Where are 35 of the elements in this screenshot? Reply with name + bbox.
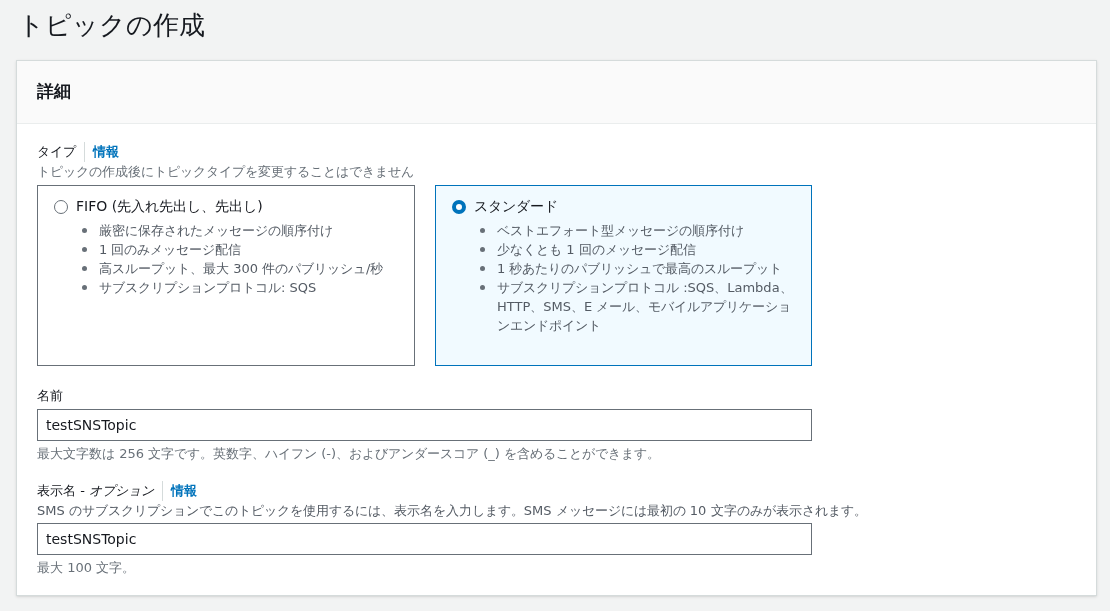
page-title: トピックの作成 (17, 9, 206, 42)
field-hint: 最大 100 文字。 (37, 559, 137, 577)
option-label: スタンダード (474, 197, 558, 216)
bullet-icon (82, 285, 87, 290)
radio-button[interactable] (452, 199, 466, 214)
feature-text: 少なくとも 1 回のメッセージ配信 (497, 241, 696, 259)
field-label: 表示名 - オプション (37, 482, 154, 500)
feature-text: ベストエフォート型メッセージの順序付け (497, 222, 744, 240)
bullet-icon (480, 228, 485, 233)
panel-title: 詳細 (37, 80, 71, 104)
field-label: 名前 (37, 387, 63, 405)
bullet-icon (82, 228, 87, 233)
feature-text: 厳密に保存されたメッセージの順序付け (99, 222, 333, 240)
option-label: FIFO (先入れ先出し、先出し) (76, 197, 263, 216)
field-description: SMS のサブスクリプションでこのトピックを使用するには、表示名を入力します。SMS メッセージには最初の 10 文字のみが表示されます。 (37, 501, 868, 520)
bullet-icon (82, 266, 87, 271)
feature-text: サブスクリプションプロトコル: SQS (99, 279, 317, 297)
text-field[interactable]: testSNSTopic (37, 408, 812, 441)
radio-card[interactable]: スタンダード ベストエフォート型メッセージの順序付け 少なくとも 1 回のメッセージ配信 1 秒あたりのパブリッシュで最高のスループット サブスクリプションプロトコル :SQS、Lambda、HTTP、SMS、E メール、モバイルアプリケーションエンドポイント (435, 185, 812, 366)
bullet-icon (480, 247, 485, 252)
field-hint: 最大文字数は 256 文字です。英数字、ハイフン (-)、およびアンダースコア (_) を含めることができます。 (37, 444, 661, 463)
bullet-icon (480, 285, 485, 290)
feature-text: 高スループット、最大 300 件のパブリッシュ/秒 (99, 260, 384, 278)
info-link[interactable]: 情報 (161, 481, 197, 501)
radio-card[interactable]: FIFO (先入れ先出し、先出し) 厳密に保存されたメッセージの順序付け 1 回のみメッセージ配信 高スループット、最大 300 件のパブリッシュ/秒 サブスクリプションプロトコル: SQS (37, 185, 415, 366)
radio-button[interactable] (54, 199, 68, 214)
field-description: トピックの作成後にトピックタイプを変更することはできません (37, 162, 415, 181)
bullet-icon (82, 247, 87, 252)
bullet-icon (480, 266, 485, 271)
field-label: タイプ (37, 143, 76, 161)
info-link[interactable]: 情報 (84, 142, 119, 162)
text-field[interactable]: testSNSTopic (37, 523, 812, 555)
feature-text: サブスクリプションプロトコル :SQS、Lambda、HTTP、SMS、E メール、モバイルアプリケーションエンドポイント (497, 279, 794, 335)
feature-text: 1 秒あたりのパブリッシュで最高のスループット (497, 260, 783, 278)
feature-text: 1 回のみメッセージ配信 (99, 241, 242, 259)
